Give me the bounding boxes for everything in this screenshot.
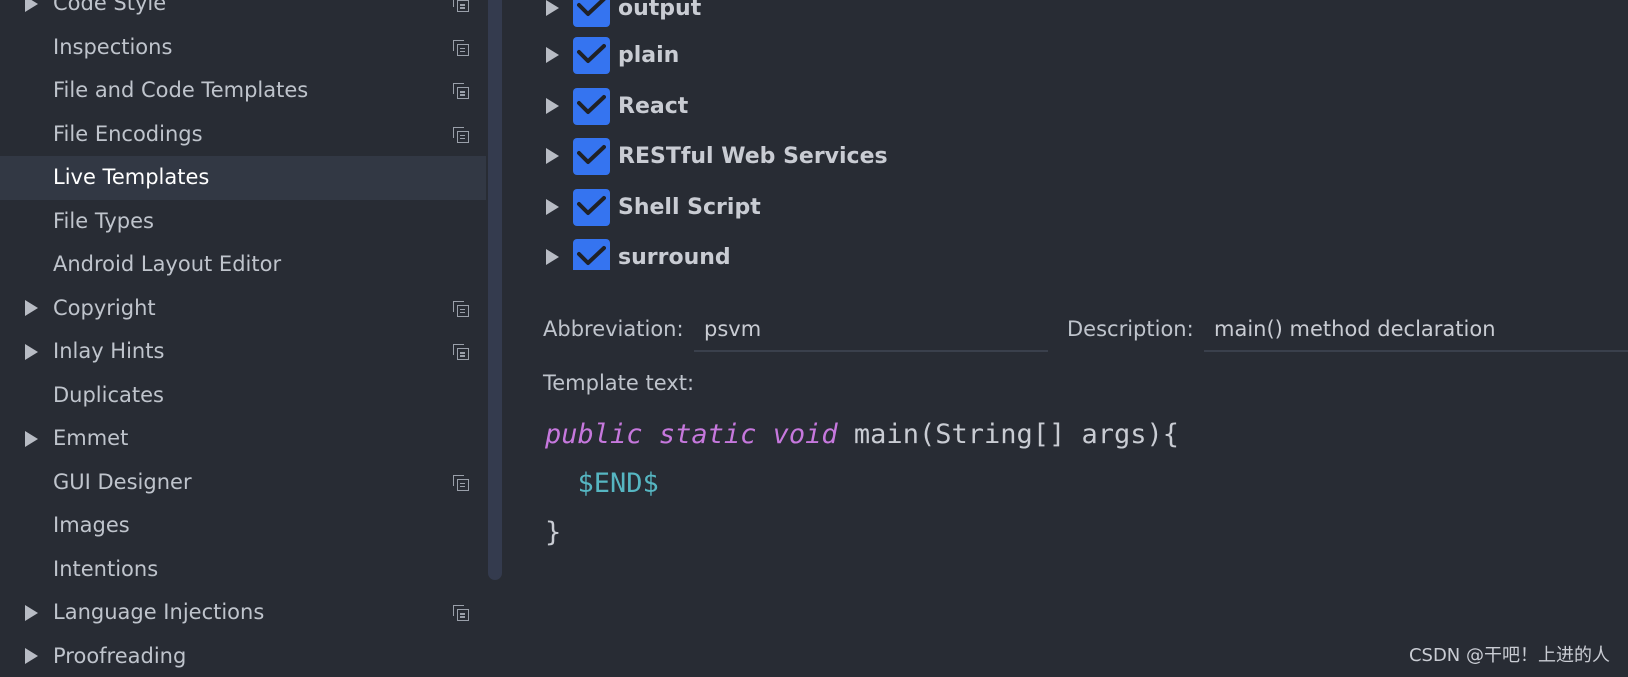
expand-arrow-icon[interactable] bbox=[546, 249, 559, 265]
checkmark-icon bbox=[577, 245, 606, 265]
checkmark-icon bbox=[577, 94, 606, 114]
group-enabled-checkbox[interactable] bbox=[573, 137, 610, 175]
template-group-label: plain bbox=[618, 42, 680, 68]
code-line-2: $END$ bbox=[545, 459, 1179, 508]
sidebar-item-label: Proofreading bbox=[53, 643, 187, 668]
keyword-void: void bbox=[772, 419, 838, 450]
project-scope-icon bbox=[453, 474, 469, 491]
template-text-label: Template text: bbox=[543, 371, 695, 395]
sidebar-item-label: File Encodings bbox=[53, 121, 203, 146]
sidebar-item-label: Android Layout Editor bbox=[53, 252, 282, 276]
checkmark-icon bbox=[577, 0, 606, 16]
group-enabled-checkbox[interactable] bbox=[573, 238, 610, 270]
project-scope-icon bbox=[453, 126, 469, 143]
sidebar-item-label: Language Injections bbox=[53, 600, 265, 624]
settings-tree: Code Style Inspections File and Code Templ… bbox=[0, 0, 486, 677]
expand-arrow-icon[interactable] bbox=[23, 330, 39, 374]
keyword-public: public bbox=[545, 419, 643, 450]
group-enabled-checkbox[interactable] bbox=[573, 0, 610, 27]
expand-arrow-icon[interactable] bbox=[546, 148, 559, 164]
template-groups-tree: output plain React RESTful Web Services Shel… bbox=[530, 0, 1628, 270]
sidebar-item-file-types[interactable]: File Types bbox=[0, 200, 486, 244]
settings-sidebar: Code Style Inspections File and Code Templ… bbox=[0, 0, 486, 677]
template-group-surround[interactable]: surround bbox=[530, 237, 731, 270]
sidebar-item-label: Live Templates bbox=[53, 165, 210, 189]
abbreviation-field-underline bbox=[694, 350, 1048, 352]
project-scope-icon bbox=[453, 300, 469, 317]
sidebar-item-gui-designer[interactable]: GUI Designer bbox=[0, 461, 486, 505]
expand-arrow-icon[interactable] bbox=[23, 635, 39, 677]
project-scope-icon bbox=[453, 344, 469, 360]
sidebar-item-intentions[interactable]: Intentions bbox=[0, 548, 486, 592]
closing-brace: } bbox=[545, 517, 562, 548]
project-scope-icon bbox=[453, 83, 469, 99]
checkmark-icon bbox=[577, 43, 606, 63]
template-group-restful-web-services[interactable]: RESTful Web Services bbox=[530, 136, 888, 176]
description-field[interactable]: main() method declaration bbox=[1214, 317, 1496, 341]
expand-arrow-icon[interactable] bbox=[23, 591, 39, 635]
group-enabled-checkbox[interactable] bbox=[573, 87, 610, 125]
sidebar-item-file-encodings[interactable]: File Encodings bbox=[0, 113, 486, 157]
expand-arrow-icon[interactable] bbox=[23, 287, 39, 331]
sidebar-item-label: File Types bbox=[53, 208, 154, 233]
expand-arrow-icon[interactable] bbox=[546, 199, 559, 215]
checkmark-icon bbox=[577, 195, 606, 215]
code-line-1: public static void main(String[] args){ bbox=[545, 410, 1179, 459]
checkmark-icon bbox=[577, 144, 606, 164]
sidebar-item-copyright[interactable]: Copyright bbox=[0, 287, 486, 331]
sidebar-item-label: Emmet bbox=[53, 426, 129, 450]
template-group-react[interactable]: React bbox=[530, 86, 688, 126]
sidebar-item-live-templates[interactable]: Live Templates bbox=[0, 156, 486, 200]
expand-arrow-icon[interactable] bbox=[23, 417, 39, 461]
template-text-editor[interactable]: public static void main(String[] args){ … bbox=[545, 410, 1179, 557]
template-group-label: output bbox=[618, 0, 702, 21]
template-group-label: React bbox=[618, 93, 689, 119]
sidebar-item-proofreading[interactable]: Proofreading bbox=[0, 635, 486, 677]
sidebar-item-duplicates[interactable]: Duplicates bbox=[0, 374, 486, 418]
project-scope-icon bbox=[453, 0, 469, 12]
watermark: CSDN @干吧！上进的人 bbox=[1408, 645, 1610, 666]
expand-arrow-icon[interactable] bbox=[546, 47, 559, 63]
code-line-3: } bbox=[545, 508, 1179, 557]
sidebar-item-label: GUI Designer bbox=[53, 469, 192, 494]
end-variable: $END$ bbox=[577, 468, 659, 499]
template-group-shell-script[interactable]: Shell Script bbox=[530, 187, 761, 227]
sidebar-item-label: Inspections bbox=[53, 34, 173, 59]
sidebar-item-emmet[interactable]: Emmet bbox=[0, 417, 486, 461]
group-enabled-checkbox[interactable] bbox=[573, 36, 610, 74]
description-label: Description: bbox=[1067, 317, 1194, 341]
abbreviation-field[interactable]: psvm bbox=[704, 317, 761, 341]
sidebar-item-file-and-code-templates[interactable]: File and Code Templates bbox=[0, 69, 486, 113]
expand-arrow-icon[interactable] bbox=[23, 0, 39, 26]
group-enabled-checkbox[interactable] bbox=[573, 188, 610, 226]
sidebar-item-android-layout-editor[interactable]: Android Layout Editor bbox=[0, 243, 486, 287]
template-group-output[interactable]: output bbox=[530, 0, 701, 28]
template-group-label: RESTful Web Services bbox=[618, 143, 888, 169]
sidebar-scrollbar-thumb[interactable] bbox=[488, 0, 502, 580]
sidebar-item-label: Code Style bbox=[53, 0, 167, 15]
sidebar-item-label: Copyright bbox=[53, 295, 156, 320]
sidebar-item-label: Inlay Hints bbox=[53, 339, 165, 363]
expand-arrow-icon[interactable] bbox=[546, 98, 559, 114]
description-field-underline bbox=[1204, 350, 1628, 352]
sidebar-item-inlay-hints[interactable]: Inlay Hints bbox=[0, 330, 486, 374]
method-signature: main(String[] args){ bbox=[853, 419, 1180, 450]
keyword-static: static bbox=[658, 419, 757, 450]
expand-arrow-icon[interactable] bbox=[546, 0, 559, 16]
sidebar-item-label: Images bbox=[53, 513, 130, 537]
sidebar-item-images[interactable]: Images bbox=[0, 504, 486, 548]
sidebar-item-label: Intentions bbox=[53, 556, 159, 581]
template-group-label: Shell Script bbox=[618, 194, 761, 220]
sidebar-item-label: Duplicates bbox=[53, 382, 164, 407]
project-scope-icon bbox=[453, 605, 469, 621]
abbreviation-label: Abbreviation: bbox=[543, 317, 684, 341]
sidebar-item-label: File and Code Templates bbox=[53, 78, 309, 102]
project-scope-icon bbox=[453, 39, 469, 56]
sidebar-item-code-style[interactable]: Code Style bbox=[0, 0, 486, 26]
template-group-plain[interactable]: plain bbox=[530, 35, 679, 75]
sidebar-item-inspections[interactable]: Inspections bbox=[0, 26, 486, 70]
template-group-label: surround bbox=[618, 244, 731, 270]
sidebar-item-language-injections[interactable]: Language Injections bbox=[0, 591, 486, 635]
